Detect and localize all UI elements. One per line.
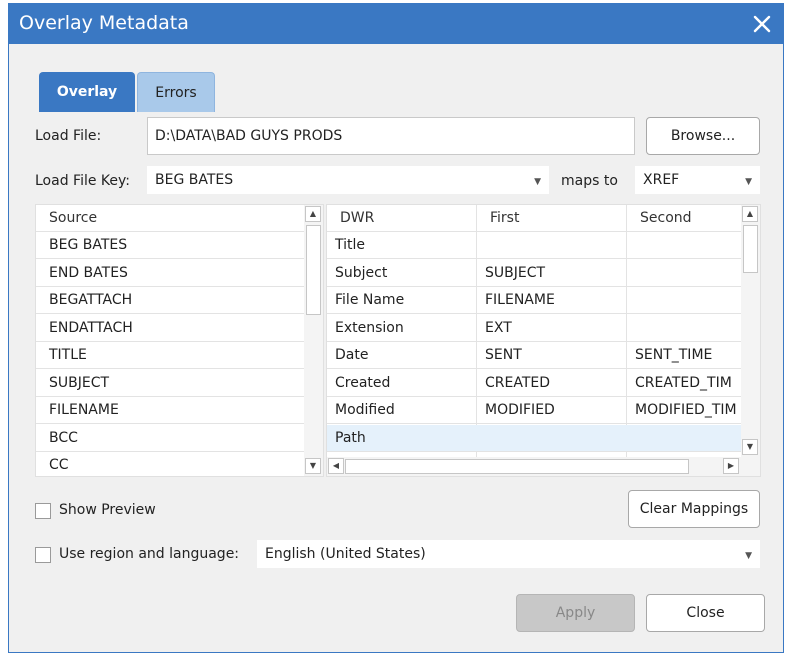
apply-button[interactable]: Apply xyxy=(516,594,635,632)
source-field-label: BEG BATES xyxy=(49,237,128,253)
source-field-label: BEGATTACH xyxy=(49,292,133,308)
source-field-label: SUBJECT xyxy=(49,374,110,391)
maps-to-label: maps to xyxy=(561,173,618,189)
load-file-label: Load File: xyxy=(35,128,102,144)
mapping-header-row: DWR First Second xyxy=(327,205,741,232)
chevron-down-icon: ▼ xyxy=(745,177,752,187)
table-row[interactable]: File Name FILENAME xyxy=(327,287,741,314)
scroll-down-icon[interactable]: ▼ xyxy=(742,439,758,455)
source-field-label: FILENAME xyxy=(49,402,119,418)
first-cell[interactable] xyxy=(480,425,624,452)
load-file-key-label: Load File Key: xyxy=(35,173,130,189)
second-cell[interactable] xyxy=(630,425,740,452)
show-preview-checkbox[interactable] xyxy=(35,503,51,519)
region-language-label: Use region and language: xyxy=(59,546,240,562)
title-bar: Overlay Metadata xyxy=(9,4,783,44)
mapping-horizontal-scrollbar[interactable]: ◀ ▶ xyxy=(327,457,760,476)
region-language-select[interactable]: English (United States) ▼ xyxy=(257,540,760,568)
maps-to-value: XREF xyxy=(643,172,680,188)
second-cell[interactable] xyxy=(630,232,740,259)
dwr-cell[interactable]: Subject xyxy=(330,260,474,287)
table-row[interactable]: Title xyxy=(327,232,741,259)
mapping-vertical-scrollbar[interactable]: ▲ ▼ xyxy=(741,205,760,457)
second-cell[interactable]: MODIFIED_TIM xyxy=(630,397,740,424)
source-list: Source BEG BATES END BATES BEGATTACH ENDATT… xyxy=(35,204,324,477)
list-item[interactable]: CC xyxy=(36,452,304,476)
list-item[interactable]: BEGATTACH xyxy=(36,287,304,314)
table-row[interactable]: Extension EXT xyxy=(327,315,741,342)
second-cell[interactable] xyxy=(630,287,740,314)
list-item[interactable]: BCC xyxy=(36,425,304,452)
list-item[interactable]: FILENAME xyxy=(36,397,304,424)
table-row[interactable]: Created CREATED CREATED_TIM xyxy=(327,370,741,397)
scroll-thumb[interactable] xyxy=(743,225,758,273)
table-row[interactable]: Modified MODIFIED MODIFIED_TIM xyxy=(327,397,741,424)
dwr-cell[interactable]: Title xyxy=(330,232,474,259)
source-field-label: CC xyxy=(49,457,69,473)
dwr-cell[interactable]: Extension xyxy=(330,315,474,342)
table-row[interactable]: Subject SUBJECT xyxy=(327,260,741,287)
column-header-dwr: DWR xyxy=(340,210,375,226)
second-cell[interactable]: CREATED_TIM xyxy=(630,370,740,397)
source-scrollbar[interactable]: ▲ ▼ xyxy=(304,205,323,476)
source-field-label: END BATES xyxy=(49,264,128,281)
second-cell[interactable] xyxy=(630,315,740,342)
first-cell[interactable]: FILENAME xyxy=(480,287,624,314)
scroll-down-icon[interactable]: ▼ xyxy=(305,458,321,474)
table-row[interactable]: Path xyxy=(327,424,741,452)
dwr-cell[interactable]: Path xyxy=(330,425,474,452)
region-language-value: English (United States) xyxy=(265,546,426,562)
first-cell[interactable]: EXT xyxy=(480,315,624,342)
close-button[interactable]: Close xyxy=(646,594,765,632)
first-cell[interactable] xyxy=(480,232,624,259)
first-cell[interactable]: SENT xyxy=(480,342,624,369)
dwr-cell[interactable]: Created xyxy=(330,370,474,397)
mapping-grid: DWR First Second Title Subject SUBJECT File… xyxy=(326,204,761,477)
source-field-label: ENDATTACH xyxy=(49,319,133,336)
table-row[interactable]: Date SENT SENT_TIME xyxy=(327,342,741,369)
source-field-label: BCC xyxy=(49,429,78,446)
source-field-label: TITLE xyxy=(49,347,87,363)
chevron-down-icon: ▼ xyxy=(745,551,752,561)
scroll-thumb[interactable] xyxy=(306,225,321,315)
column-header-second: Second xyxy=(640,210,692,226)
scroll-left-icon[interactable]: ◀ xyxy=(328,458,344,474)
clear-mappings-button[interactable]: Clear Mappings xyxy=(628,490,760,528)
first-cell[interactable]: CREATED xyxy=(480,370,624,397)
region-language-checkbox[interactable] xyxy=(35,547,51,563)
dwr-cell[interactable]: Date xyxy=(330,342,474,369)
load-file-key-value: BEG BATES xyxy=(155,172,234,188)
first-cell[interactable]: MODIFIED xyxy=(480,397,624,424)
list-item[interactable]: ENDATTACH xyxy=(36,315,304,342)
list-item[interactable]: SUBJECT xyxy=(36,370,304,397)
scroll-up-icon[interactable]: ▲ xyxy=(305,206,321,222)
first-cell[interactable]: SUBJECT xyxy=(480,260,624,287)
second-cell[interactable]: SENT_TIME xyxy=(630,342,740,369)
close-icon[interactable] xyxy=(747,9,777,39)
load-file-key-select[interactable]: BEG BATES ▼ xyxy=(147,166,549,194)
browse-button[interactable]: Browse... xyxy=(646,117,760,155)
show-preview-label: Show Preview xyxy=(59,502,156,518)
chevron-down-icon: ▼ xyxy=(534,177,541,187)
tab-overlay[interactable]: Overlay xyxy=(39,72,135,112)
list-item[interactable]: TITLE xyxy=(36,342,304,369)
column-header-first: First xyxy=(490,210,520,226)
list-item[interactable]: END BATES xyxy=(36,260,304,287)
source-header-row: Source xyxy=(36,205,304,232)
tab-errors[interactable]: Errors xyxy=(137,72,215,112)
scroll-up-icon[interactable]: ▲ xyxy=(742,206,758,222)
second-cell[interactable] xyxy=(630,260,740,287)
dialog-title: Overlay Metadata xyxy=(19,12,189,34)
dwr-cell[interactable]: Modified xyxy=(330,397,474,424)
scroll-thumb[interactable] xyxy=(345,459,689,474)
dwr-cell[interactable]: File Name xyxy=(330,287,474,314)
scroll-right-icon[interactable]: ▶ xyxy=(723,458,739,474)
load-file-input[interactable]: D:\DATA\BAD GUYS PRODS xyxy=(147,117,635,155)
maps-to-select[interactable]: XREF ▼ xyxy=(635,166,760,194)
overlay-metadata-dialog: Overlay Metadata Overlay Errors Load Fil… xyxy=(8,3,784,653)
source-column-header: Source xyxy=(49,210,98,226)
list-item[interactable]: BEG BATES xyxy=(36,232,304,259)
